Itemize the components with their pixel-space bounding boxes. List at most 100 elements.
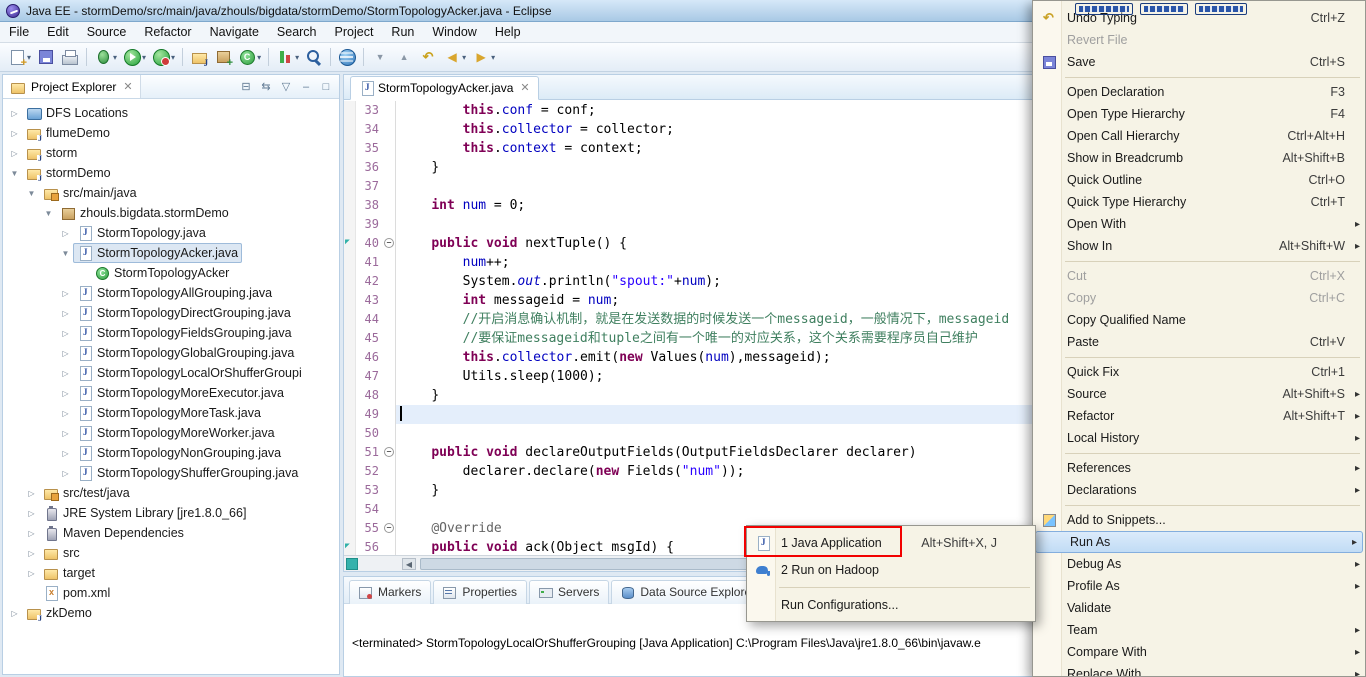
view-menu-icon[interactable]: ▽ xyxy=(277,78,295,96)
tree-collapsed-arrow-icon[interactable]: ▷ xyxy=(58,369,73,378)
close-icon[interactable]: ✕ xyxy=(123,80,132,93)
menu-search[interactable]: Search xyxy=(268,23,326,41)
menu-item-show-in[interactable]: Show In Alt+Shift+W ▸ xyxy=(1033,235,1365,257)
tree-collapsed-arrow-icon[interactable]: ▷ xyxy=(58,329,73,338)
tree-item[interactable]: ▷ target xyxy=(3,563,339,583)
menu-item-open-declaration[interactable]: Open Declaration F3 xyxy=(1033,81,1365,103)
dropdown-caret-icon[interactable]: ▾ xyxy=(462,53,466,62)
new-wizard-button[interactable]: ▾ xyxy=(6,45,33,70)
tree-collapsed-arrow-icon[interactable]: ▷ xyxy=(58,229,73,238)
tab-properties[interactable]: Properties xyxy=(433,580,528,604)
menu-item-copy[interactable]: Copy Ctrl+C xyxy=(1033,287,1365,309)
tree-collapsed-arrow-icon[interactable]: ▷ xyxy=(24,549,39,558)
print-button[interactable] xyxy=(59,45,81,69)
search-button[interactable] xyxy=(303,45,325,69)
tree-item[interactable]: ▼ src/main/java xyxy=(3,183,339,203)
tree-expanded-arrow-icon[interactable]: ▼ xyxy=(24,189,39,198)
dropdown-caret-icon[interactable]: ▾ xyxy=(142,53,146,62)
close-icon[interactable]: ✕ xyxy=(520,81,529,94)
menu-item-save[interactable]: Save Ctrl+S xyxy=(1033,51,1365,73)
scroll-left-icon[interactable]: ◀ xyxy=(402,558,416,570)
menu-item-team[interactable]: Team ▸ xyxy=(1033,619,1365,641)
tree-collapsed-arrow-icon[interactable]: ▷ xyxy=(7,149,22,158)
link-with-editor-icon[interactable]: ⇆ xyxy=(257,78,275,96)
dropdown-caret-icon[interactable]: ▾ xyxy=(491,53,495,62)
menu-edit[interactable]: Edit xyxy=(38,23,78,41)
menu-item-add-to-snippets[interactable]: Add to Snippets... xyxy=(1033,509,1365,531)
menu-item-2-run-on-hadoop[interactable]: 2 Run on Hadoop xyxy=(747,556,1035,583)
menu-item-copy-qualified-name[interactable]: Copy Qualified Name xyxy=(1033,309,1365,331)
menu-item-open-with[interactable]: Open With ▸ xyxy=(1033,213,1365,235)
back-button[interactable]: ▾ xyxy=(441,45,468,69)
fold-collapse-icon[interactable]: − xyxy=(384,447,394,457)
tree-collapsed-arrow-icon[interactable]: ▷ xyxy=(58,389,73,398)
fold-collapse-icon[interactable]: − xyxy=(384,523,394,533)
menu-navigate[interactable]: Navigate xyxy=(201,23,268,41)
collapse-all-icon[interactable]: ⊟ xyxy=(237,78,255,96)
tree-collapsed-arrow-icon[interactable]: ▷ xyxy=(24,489,39,498)
tab-markers[interactable]: Markers xyxy=(349,580,432,604)
tree-item[interactable]: ▷ StormTopologyMoreTask.java xyxy=(3,403,339,423)
forward-button[interactable]: ▾ xyxy=(470,45,497,69)
tree-collapsed-arrow-icon[interactable]: ▷ xyxy=(24,569,39,578)
menu-item-paste[interactable]: Paste Ctrl+V xyxy=(1033,331,1365,353)
tree-collapsed-arrow-icon[interactable]: ▷ xyxy=(58,289,73,298)
tree-item[interactable]: ▼ StormTopologyAcker.java xyxy=(3,243,339,263)
minimize-icon[interactable]: – xyxy=(297,78,315,96)
run-button[interactable]: ▾ xyxy=(121,45,148,69)
debug-button[interactable]: ▾ xyxy=(92,45,119,69)
tree-item[interactable]: ▷ DFS Locations xyxy=(3,103,339,123)
tree-expanded-arrow-icon[interactable]: ▼ xyxy=(41,209,56,218)
menu-item-open-type-hierarchy[interactable]: Open Type Hierarchy F4 xyxy=(1033,103,1365,125)
tree-collapsed-arrow-icon[interactable]: ▷ xyxy=(7,109,22,118)
web-browser-button[interactable] xyxy=(336,45,358,69)
tree-item[interactable]: ▷ StormTopologyNonGrouping.java xyxy=(3,443,339,463)
dropdown-caret-icon[interactable]: ▾ xyxy=(27,53,31,62)
tree-collapsed-arrow-icon[interactable]: ▷ xyxy=(24,509,39,518)
menu-item-run-as[interactable]: Run As ▸ xyxy=(1035,531,1363,553)
save-button[interactable] xyxy=(35,45,57,69)
menu-item-show-in-breadcrumb[interactable]: Show in Breadcrumb Alt+Shift+B xyxy=(1033,147,1365,169)
tab-project-explorer[interactable]: Project Explorer ✕ xyxy=(3,75,141,98)
tree-item[interactable]: ▼ stormDemo xyxy=(3,163,339,183)
tree-item[interactable]: ▷ flumeDemo xyxy=(3,123,339,143)
tab-stormtopologyacker-java[interactable]: StormTopologyAcker.java ✕ xyxy=(350,76,539,100)
tree-collapsed-arrow-icon[interactable]: ▷ xyxy=(58,409,73,418)
tab-data-source-explorer[interactable]: Data Source Explorer xyxy=(611,580,766,604)
tab-servers[interactable]: Servers xyxy=(529,580,610,604)
tree-collapsed-arrow-icon[interactable]: ▷ xyxy=(24,529,39,538)
menu-item-source[interactable]: Source Alt+Shift+S ▸ xyxy=(1033,383,1365,405)
dropdown-caret-icon[interactable]: ▾ xyxy=(295,53,299,62)
tree-collapsed-arrow-icon[interactable]: ▷ xyxy=(58,349,73,358)
new-package-button[interactable] xyxy=(212,45,234,69)
next-annotation-button[interactable] xyxy=(369,45,391,69)
tree-collapsed-arrow-icon[interactable]: ▷ xyxy=(58,309,73,318)
tree-item[interactable]: ▷ StormTopologyMoreExecutor.java xyxy=(3,383,339,403)
fold-collapse-icon[interactable]: − xyxy=(384,238,394,248)
menu-item-local-history[interactable]: Local History ▸ xyxy=(1033,427,1365,449)
menu-item-debug-as[interactable]: Debug As ▸ xyxy=(1033,553,1365,575)
menu-item-validate[interactable]: Validate xyxy=(1033,597,1365,619)
tree-item[interactable]: ▷ Maven Dependencies xyxy=(3,523,339,543)
menu-item-quick-type-hierarchy[interactable]: Quick Type Hierarchy Ctrl+T xyxy=(1033,191,1365,213)
menu-file[interactable]: File xyxy=(0,23,38,41)
tree-collapsed-arrow-icon[interactable]: ▷ xyxy=(7,129,22,138)
tree-item[interactable]: ▷ StormTopologyLocalOrShufferGroupi xyxy=(3,363,339,383)
coverage-button[interactable]: ▾ xyxy=(274,45,301,69)
tree-item[interactable]: StormTopologyAcker xyxy=(3,263,339,283)
tree-collapsed-arrow-icon[interactable]: ▷ xyxy=(7,609,22,618)
menu-project[interactable]: Project xyxy=(326,23,383,41)
run-external-button[interactable]: ▾ xyxy=(150,45,177,69)
tree-item[interactable]: ▷ src/test/java xyxy=(3,483,339,503)
tree-item[interactable]: ▷ storm xyxy=(3,143,339,163)
dropdown-caret-icon[interactable]: ▾ xyxy=(257,53,261,62)
prev-annotation-button[interactable] xyxy=(393,45,415,69)
tree-item[interactable]: pom.xml xyxy=(3,583,339,603)
menu-item-references[interactable]: References ▸ xyxy=(1033,457,1365,479)
menu-item-run-configurations[interactable]: Run Configurations... xyxy=(747,591,1035,618)
menu-item-quick-outline[interactable]: Quick Outline Ctrl+O xyxy=(1033,169,1365,191)
tree-item[interactable]: ▷ StormTopology.java xyxy=(3,223,339,243)
tree-item[interactable]: ▷ StormTopologyDirectGrouping.java xyxy=(3,303,339,323)
menu-item-declarations[interactable]: Declarations ▸ xyxy=(1033,479,1365,501)
new-class-button[interactable]: ▾ xyxy=(236,45,263,69)
